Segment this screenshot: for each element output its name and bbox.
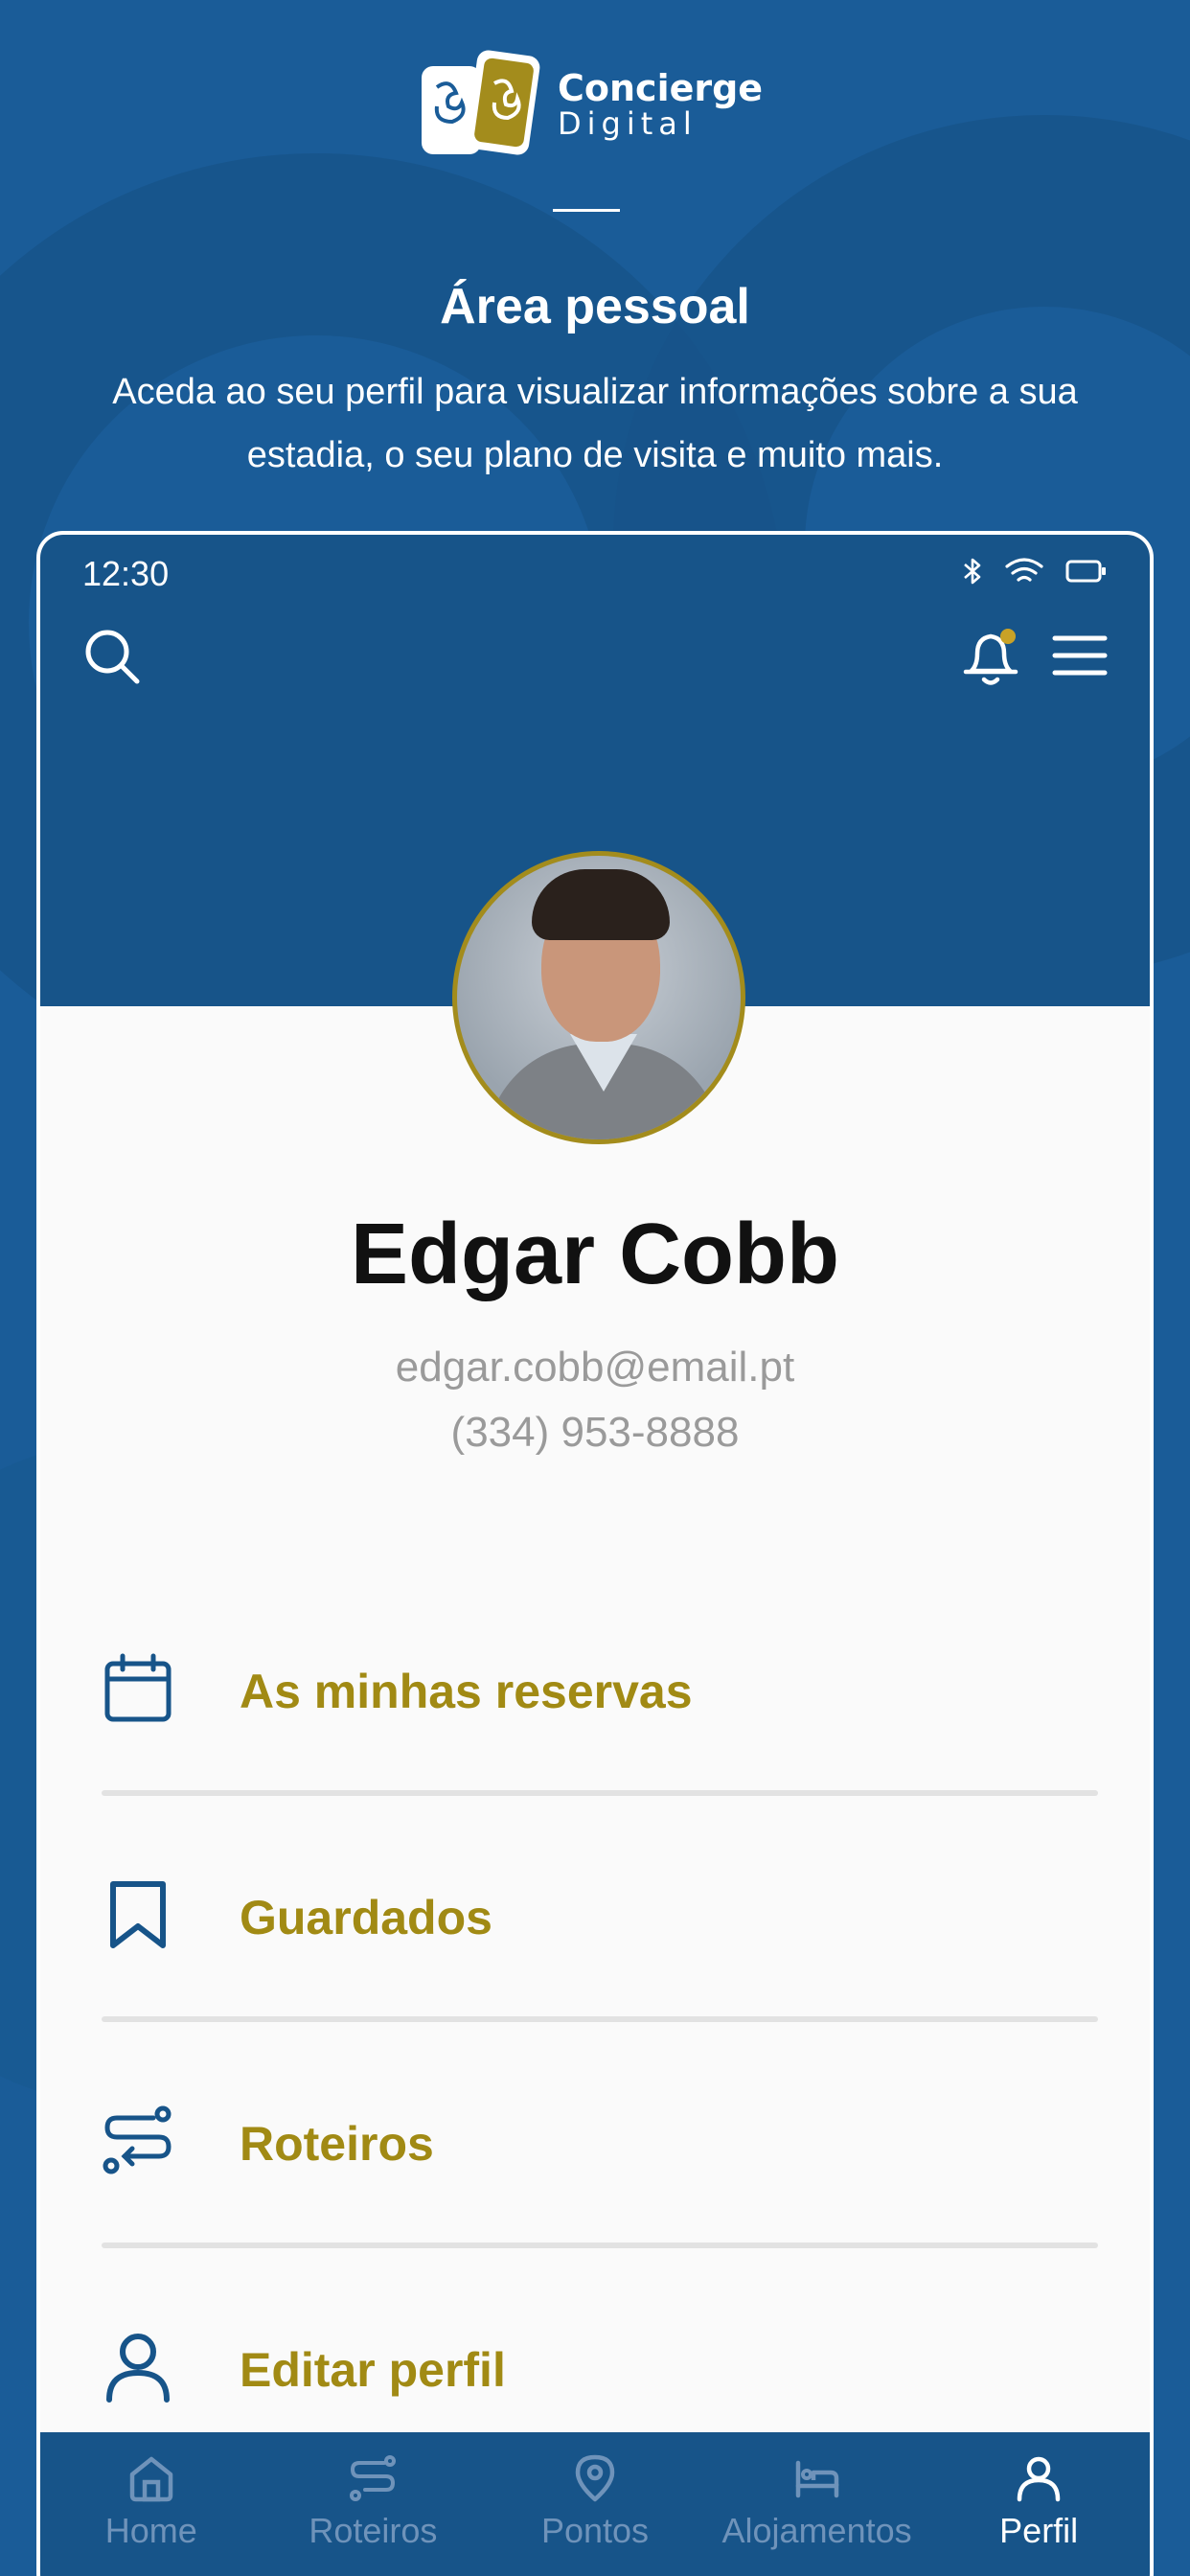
tab-home[interactable]: Home <box>40 2432 263 2576</box>
profile-email: edgar.cobb@email.pt <box>395 1344 795 1391</box>
menu-item-saved[interactable]: Guardados <box>102 1796 1098 2022</box>
hamburger-menu-icon[interactable] <box>1052 632 1108 678</box>
user-icon <box>106 2334 170 2403</box>
brand-subname: Digital <box>558 105 698 143</box>
route-icon <box>103 2105 172 2174</box>
status-icons <box>962 556 1108 586</box>
status-time: 12:30 <box>82 554 170 593</box>
menu-item-label: Editar perfil <box>240 2343 506 2397</box>
menu-item-label: Guardados <box>240 1891 492 1944</box>
tab-label: Home <box>104 2511 197 2550</box>
tab-label: Pontos <box>540 2511 650 2550</box>
menu-item-routes[interactable]: Roteiros <box>102 2022 1098 2248</box>
logo-mark-icon <box>418 49 542 162</box>
search-icon[interactable] <box>82 627 142 686</box>
tab-accommodations[interactable]: Alojamentos <box>706 2432 928 2576</box>
bed-icon <box>795 2460 838 2498</box>
bottom-tab-bar: Home Roteiros Pontos Alojamentos Perfil <box>40 2432 1150 2576</box>
bookmark-icon <box>110 1881 166 1948</box>
menu-item-label: Roteiros <box>240 2117 434 2171</box>
user-icon <box>1017 2456 1061 2502</box>
phone-mockup: 12:30 Edgar Cobb edgar.cobb@email.pt (33… <box>36 531 1154 2576</box>
tab-label: Roteiros <box>309 2511 438 2550</box>
tab-routes[interactable]: Roteiros <box>263 2432 485 2576</box>
tab-points[interactable]: Pontos <box>484 2432 706 2576</box>
menu-item-reservations[interactable]: As minhas reservas <box>102 1570 1098 1796</box>
tab-label: Perfil <box>999 2511 1079 2550</box>
tab-label: Alojamentos <box>721 2511 912 2550</box>
route-icon <box>350 2455 397 2501</box>
notification-bell-icon[interactable] <box>960 627 1021 690</box>
page-title: Área pessoal <box>440 279 750 334</box>
bluetooth-icon <box>964 558 981 585</box>
profile-name: Edgar Cobb <box>351 1207 839 1302</box>
home-icon <box>129 2456 173 2502</box>
profile-menu: As minhas reservas Guardados Roteiros Ed… <box>102 1570 1098 2474</box>
menu-item-label: As minhas reservas <box>240 1665 693 1718</box>
brand-name: Concierge <box>558 67 764 110</box>
hero-divider <box>553 209 620 212</box>
brand-logo: Concierge Digital <box>418 48 763 163</box>
battery-icon <box>1065 560 1106 583</box>
wifi-icon <box>1005 558 1043 582</box>
map-pin-icon <box>575 2454 615 2502</box>
calendar-icon <box>104 1653 172 1722</box>
tab-profile[interactable]: Perfil <box>927 2432 1150 2576</box>
page-description: Aceda ao seu perfil para visualizar info… <box>112 372 1078 475</box>
avatar[interactable] <box>452 851 745 1144</box>
profile-phone: (334) 953-8888 <box>450 1409 740 1456</box>
